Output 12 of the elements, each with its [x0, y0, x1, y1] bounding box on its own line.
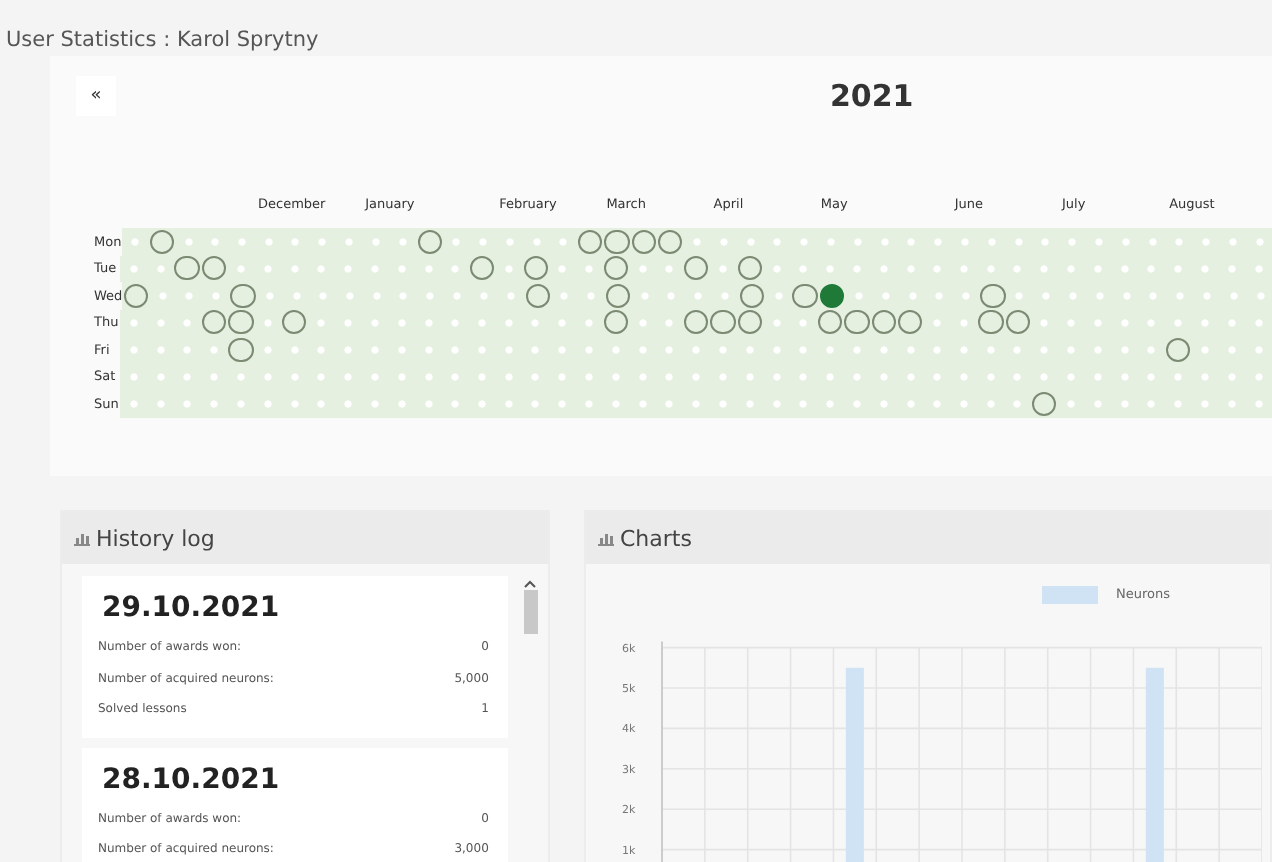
year-title: 2021 [830, 78, 914, 114]
page-title: User Statistics : Karol Sprytny [6, 28, 319, 52]
panel-title: History log [96, 525, 215, 551]
bar-chart-icon [74, 531, 90, 545]
scroll-up-icon[interactable] [524, 580, 537, 588]
entry-date: 29.10.2021 [102, 592, 282, 626]
bar-chart-icon [598, 531, 614, 545]
back-button[interactable]: « [76, 76, 116, 116]
legend-swatch [1042, 585, 1098, 603]
entry-date: 28.10.2021 [102, 763, 282, 797]
panel-title: Charts [620, 525, 692, 551]
scrollbar-thumb[interactable] [523, 590, 538, 634]
